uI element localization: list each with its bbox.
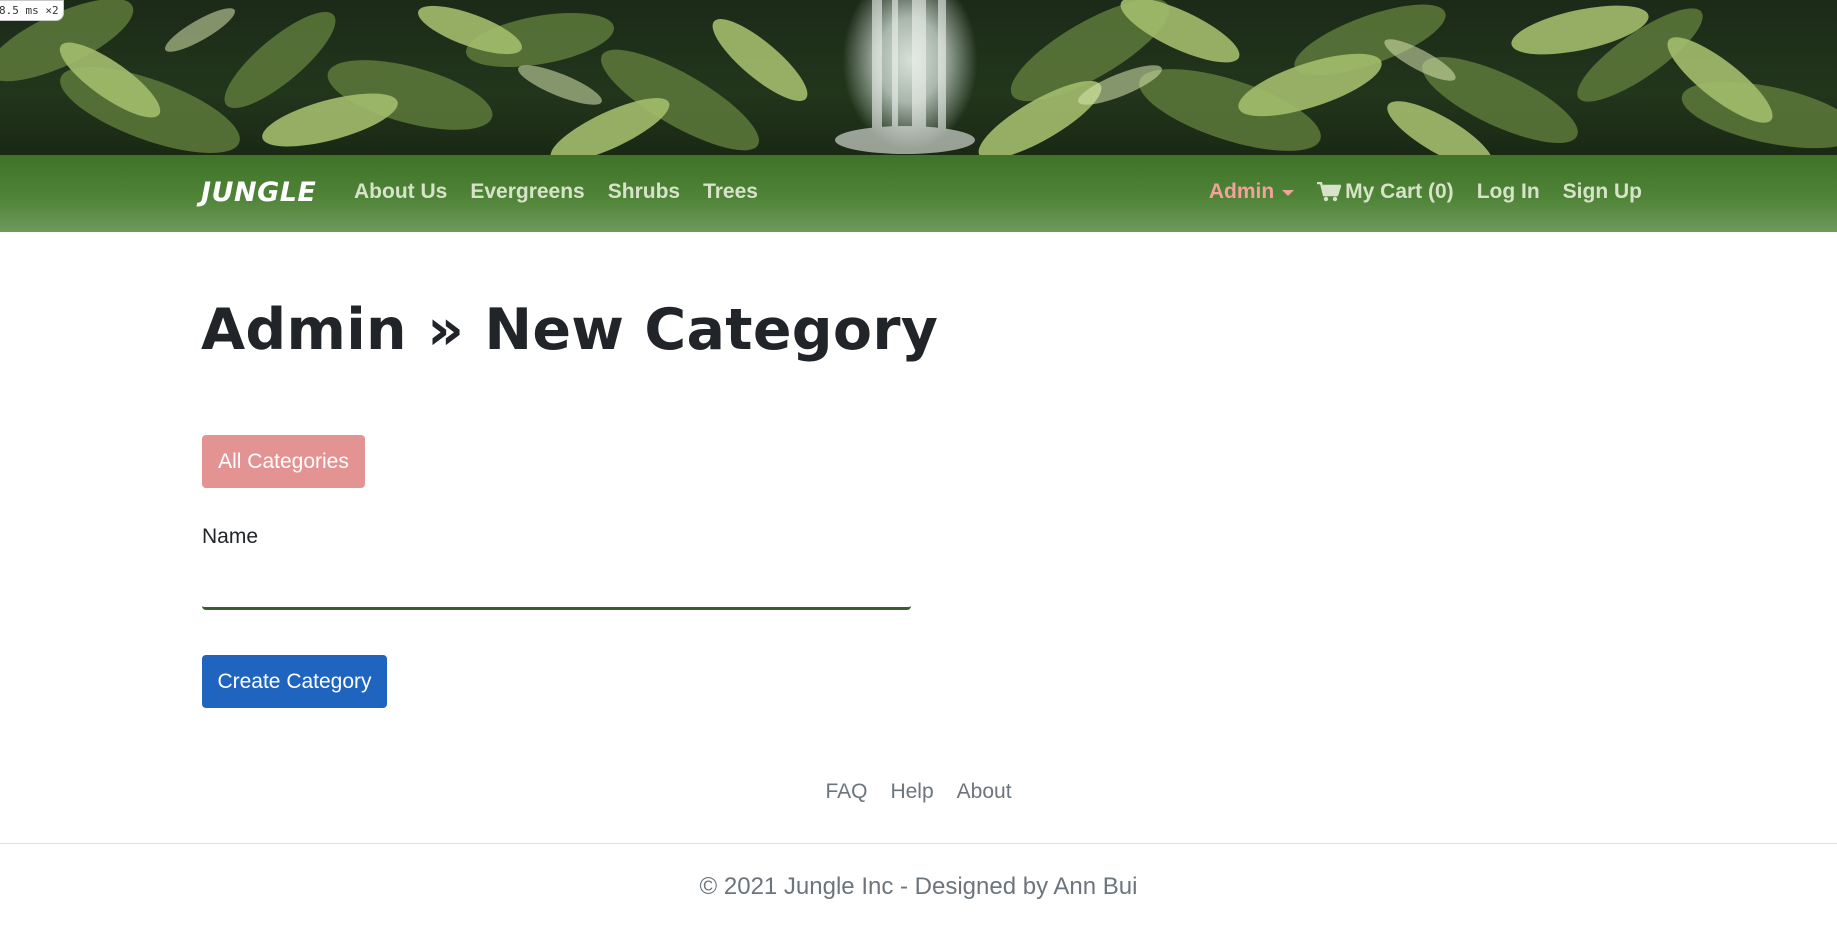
primary-nav: About Us Evergreens Shrubs Trees [354,180,758,204]
nav-link-trees[interactable]: Trees [703,180,758,204]
footer-links: FAQ Help About [0,780,1837,804]
footer-link-faq[interactable]: FAQ [825,780,867,804]
footer-divider [0,843,1837,844]
caret-down-icon [1282,190,1295,196]
performance-badge: 8.5 ms ×2 [0,0,64,21]
category-name-input[interactable] [202,562,911,610]
log-in-link[interactable]: Log In [1477,180,1540,204]
copyright-text: © 2021 Jungle Inc - Designed by Ann Bui [699,873,1138,900]
create-category-button[interactable]: Create Category [202,655,387,708]
my-cart-link[interactable]: My Cart (0) [1317,180,1454,204]
brand-logo-link[interactable]: JUNGLE [201,177,316,208]
top-navbar: JUNGLE About Us Evergreens Shrubs Trees … [0,155,1837,232]
secondary-nav: Admin My Cart (0) Log In Sign Up [1209,180,1642,204]
admin-dropdown-label: Admin [1208,180,1275,203]
my-cart-label: My Cart (0) [1345,180,1454,203]
footer-link-about[interactable]: About [957,780,1012,804]
sign-up-link[interactable]: Sign Up [1563,180,1642,204]
nav-link-about-us[interactable]: About Us [354,180,447,204]
name-field-label: Name [202,525,259,548]
shopping-cart-icon [1317,182,1342,202]
all-categories-button[interactable]: All Categories [202,435,365,488]
page-title: Admin » New Category [201,297,939,363]
nav-link-shrubs[interactable]: Shrubs [608,180,680,204]
hero-banner-image [0,0,1837,155]
footer-link-help[interactable]: Help [890,780,933,804]
jungle-foliage-illustration [0,0,1837,155]
nav-link-evergreens[interactable]: Evergreens [470,180,584,204]
admin-dropdown-toggle[interactable]: Admin [1208,180,1295,204]
